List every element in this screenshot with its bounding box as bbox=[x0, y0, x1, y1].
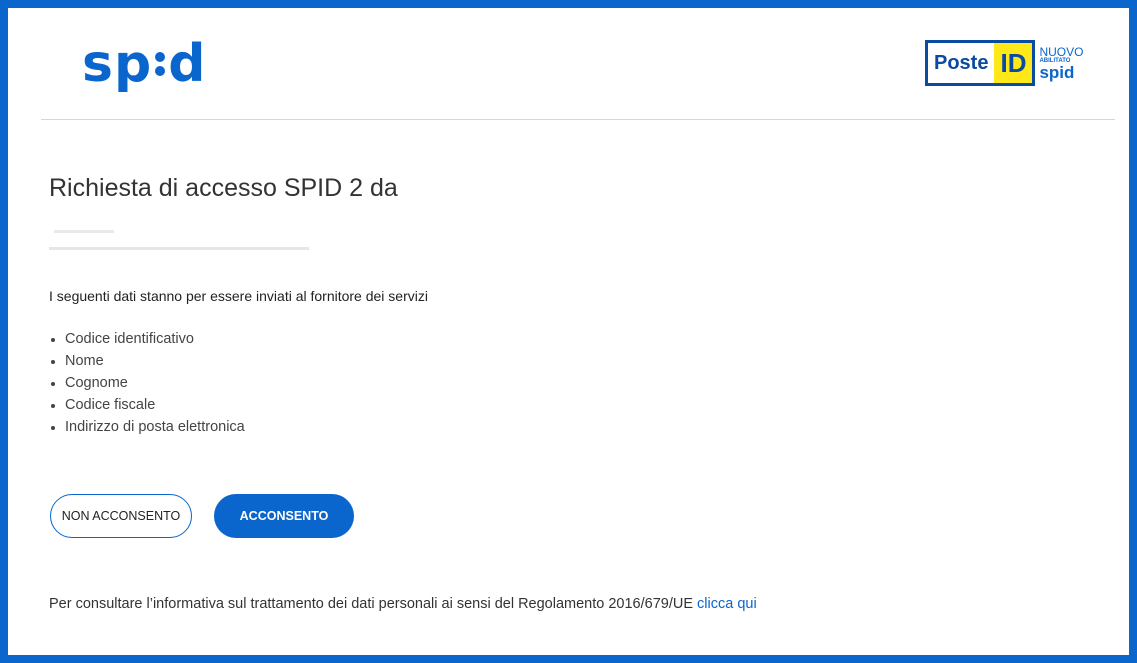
list-item: Cognome bbox=[49, 372, 245, 394]
service-provider-name-redacted bbox=[49, 230, 309, 252]
privacy-text: Per consultare l’informativa sul trattam… bbox=[49, 596, 698, 612]
spid-logo: sp d bbox=[82, 34, 207, 94]
attribute-list: Codice identificativo Nome Cognome Codic… bbox=[49, 328, 245, 438]
page-title: Richiesta di accesso SPID 2 da bbox=[49, 174, 398, 202]
list-item: Codice identificativo bbox=[49, 328, 245, 350]
poste-logo-spid: spid bbox=[1039, 62, 1075, 82]
poste-logo-id: ID bbox=[994, 43, 1033, 83]
consent-card: sp d Poste ID NUOVO ABILITATO spid Richie… bbox=[8, 8, 1129, 655]
list-item: Codice fiscale bbox=[49, 394, 245, 416]
header-divider bbox=[41, 119, 1115, 120]
poste-logo-word: Poste bbox=[934, 51, 989, 74]
poste-id-logo: Poste ID NUOVO ABILITATO spid bbox=[925, 40, 1100, 86]
list-item: Nome bbox=[49, 350, 245, 372]
deny-button[interactable]: NON ACCONSENTO bbox=[50, 494, 192, 538]
privacy-notice: Per consultare l’informativa sul trattam… bbox=[49, 596, 757, 612]
privacy-link[interactable]: clicca qui bbox=[697, 596, 757, 612]
intro-text: I seguenti dati stanno per essere inviat… bbox=[49, 288, 428, 304]
accept-button[interactable]: ACCONSENTO bbox=[214, 494, 354, 538]
list-item: Indirizzo di posta elettronica bbox=[49, 416, 245, 438]
poste-logo-nuovo: NUOVO bbox=[1039, 44, 1084, 59]
